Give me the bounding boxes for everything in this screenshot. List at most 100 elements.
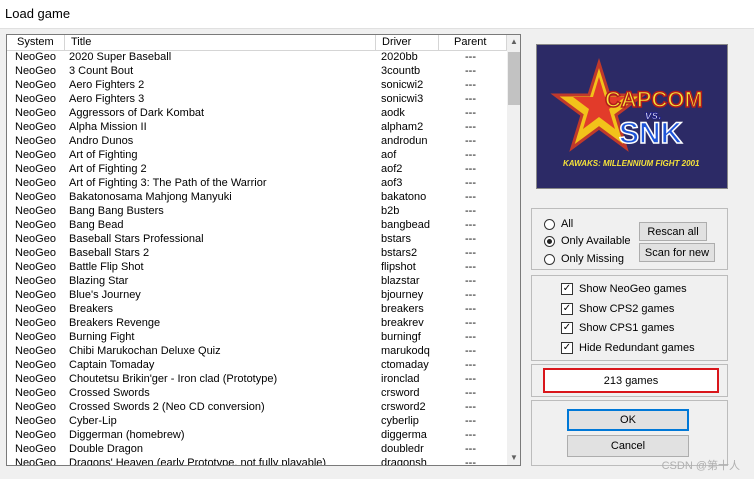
table-row[interactable]: NeoGeo Diggerman (homebrew) diggerma --- xyxy=(7,429,506,443)
table-row[interactable]: NeoGeo Aggressors of Dark Kombat aodk --- xyxy=(7,107,506,121)
games-list[interactable]: System Title Driver Parent NeoGeo 2020 Su… xyxy=(6,34,521,466)
system-cell: NeoGeo xyxy=(15,163,56,175)
scrollbar-thumb[interactable] xyxy=(508,52,520,105)
table-row[interactable]: NeoGeo Captain Tomaday ctomaday --- xyxy=(7,359,506,373)
table-row[interactable]: NeoGeo Burning Fight burningf --- xyxy=(7,331,506,345)
driver-cell: alpham2 xyxy=(381,121,424,133)
driver-cell: crsword2 xyxy=(381,401,426,413)
system-cell: NeoGeo xyxy=(15,275,56,287)
table-row[interactable]: NeoGeo Blazing Star blazstar --- xyxy=(7,275,506,289)
check-show-neogeo-label: Show NeoGeo games xyxy=(579,283,687,295)
table-row[interactable]: NeoGeo Alpha Mission II alpham2 --- xyxy=(7,121,506,135)
table-row[interactable]: NeoGeo Breakers breakers --- xyxy=(7,303,506,317)
driver-cell: aodk xyxy=(381,107,405,119)
title-cell: Andro Dunos xyxy=(69,135,134,147)
driver-cell: androdun xyxy=(381,135,428,147)
logo-snk-text: SNK xyxy=(619,117,683,150)
table-row[interactable]: NeoGeo Dragons' Heaven (early Prototype, … xyxy=(7,457,506,465)
scroll-up-icon[interactable]: ▲ xyxy=(507,35,520,49)
table-row[interactable]: NeoGeo Chibi Marukochan Deluxe Quiz maruko… xyxy=(7,345,506,359)
check-hide-redundant-label: Hide Redundant games xyxy=(579,342,695,354)
system-cell: NeoGeo xyxy=(15,261,56,273)
cancel-button[interactable]: Cancel xyxy=(567,435,689,457)
column-header-parent[interactable]: Parent xyxy=(454,36,486,48)
title-cell: Bang Bead xyxy=(69,219,124,231)
column-header-driver[interactable]: Driver xyxy=(382,36,411,48)
driver-cell: blazstar xyxy=(381,275,420,287)
driver-cell: aof xyxy=(381,149,397,161)
check-hide-redundant[interactable]: ✓ Hide Redundant games xyxy=(561,342,695,354)
check-show-cps2-box[interactable]: ✓ xyxy=(561,303,573,315)
table-row[interactable]: NeoGeo Double Dragon doubledr --- xyxy=(7,443,506,457)
title-cell: Aggressors of Dark Kombat xyxy=(69,107,205,119)
table-row[interactable]: NeoGeo Breakers Revenge breakrev --- xyxy=(7,317,506,331)
ok-button[interactable]: OK xyxy=(567,409,689,431)
title-cell: Battle Flip Shot xyxy=(69,261,144,273)
check-show-neogeo-box[interactable]: ✓ xyxy=(561,283,573,295)
radio-only-missing-indicator[interactable] xyxy=(544,253,555,265)
check-show-cps1-box[interactable]: ✓ xyxy=(561,322,573,334)
radio-all[interactable]: All xyxy=(544,218,573,230)
table-row[interactable]: NeoGeo Baseball Stars Professional bstars -… xyxy=(7,233,506,247)
table-row[interactable]: NeoGeo Art of Fighting 2 aof2 --- xyxy=(7,163,506,177)
system-cell: NeoGeo xyxy=(15,121,56,133)
radio-only-missing-label: Only Missing xyxy=(561,253,624,265)
table-row[interactable]: NeoGeo Crossed Swords crsword --- xyxy=(7,387,506,401)
table-row[interactable]: NeoGeo Bang Bang Busters b2b --- xyxy=(7,205,506,219)
vertical-scrollbar[interactable]: ▲ ▼ xyxy=(507,35,520,465)
radio-only-available-indicator[interactable] xyxy=(544,235,555,247)
driver-cell: bstars xyxy=(381,233,411,245)
check-show-cps2[interactable]: ✓ Show CPS2 games xyxy=(561,303,674,315)
title-cell: Alpha Mission II xyxy=(69,121,147,133)
parent-cell: --- xyxy=(465,149,476,161)
radio-only-missing[interactable]: Only Missing xyxy=(544,253,624,265)
title-cell: Bakatonosama Mahjong Manyuki xyxy=(69,191,232,203)
title-cell: 2020 Super Baseball xyxy=(69,51,172,63)
driver-cell: ironclad xyxy=(381,373,420,385)
system-cell: NeoGeo xyxy=(15,135,56,147)
parent-cell: --- xyxy=(465,51,476,63)
system-cell: NeoGeo xyxy=(15,247,56,259)
column-header-system[interactable]: System xyxy=(17,36,54,48)
driver-cell: bakatono xyxy=(381,191,427,203)
table-row[interactable]: NeoGeo Art of Fighting 3: The Path of the… xyxy=(7,177,506,191)
driver-cell: doubledr xyxy=(381,443,424,455)
parent-cell: --- xyxy=(465,289,476,301)
radio-all-indicator[interactable] xyxy=(544,218,555,230)
table-row[interactable]: NeoGeo Battle Flip Shot flipshot --- xyxy=(7,261,506,275)
parent-cell: --- xyxy=(465,373,476,385)
table-row[interactable]: NeoGeo 3 Count Bout 3countb --- xyxy=(7,65,506,79)
parent-cell: --- xyxy=(465,387,476,399)
table-row[interactable]: NeoGeo Crossed Swords 2 (Neo CD conversio… xyxy=(7,401,506,415)
check-show-cps1[interactable]: ✓ Show CPS1 games xyxy=(561,322,674,334)
check-show-neogeo[interactable]: ✓ Show NeoGeo games xyxy=(561,283,687,295)
table-row[interactable]: NeoGeo Art of Fighting aof --- xyxy=(7,149,506,163)
title-cell: Crossed Swords 2 (Neo CD conversion) xyxy=(69,401,265,413)
table-row[interactable]: NeoGeo Aero Fighters 2 sonicwi2 --- xyxy=(7,79,506,93)
scan-for-new-button[interactable]: Scan for new xyxy=(639,243,715,262)
title-cell: Art of Fighting 3: The Path of the Warri… xyxy=(69,177,267,189)
table-row[interactable]: NeoGeo Choutetsu Brikin'ger - Iron clad (… xyxy=(7,373,506,387)
rescan-all-button[interactable]: Rescan all xyxy=(639,222,707,241)
parent-cell: --- xyxy=(465,359,476,371)
table-row[interactable]: NeoGeo 2020 Super Baseball 2020bb --- xyxy=(7,51,506,65)
system-cell: NeoGeo xyxy=(15,177,56,189)
table-row[interactable]: NeoGeo Bang Bead bangbead --- xyxy=(7,219,506,233)
title-cell: Choutetsu Brikin'ger - Iron clad (Protot… xyxy=(69,373,278,385)
radio-only-available[interactable]: Only Available xyxy=(544,235,631,247)
table-row[interactable]: NeoGeo Cyber-Lip cyberlip --- xyxy=(7,415,506,429)
check-hide-redundant-box[interactable]: ✓ xyxy=(561,342,573,354)
system-cell: NeoGeo xyxy=(15,51,56,63)
table-row[interactable]: NeoGeo Baseball Stars 2 bstars2 --- xyxy=(7,247,506,261)
title-cell: Cyber-Lip xyxy=(69,415,117,427)
table-row[interactable]: NeoGeo Bakatonosama Mahjong Manyuki bakato… xyxy=(7,191,506,205)
driver-cell: ctomaday xyxy=(381,359,429,371)
parent-cell: --- xyxy=(465,429,476,441)
title-cell: Baseball Stars Professional xyxy=(69,233,204,245)
table-row[interactable]: NeoGeo Blue's Journey bjourney --- xyxy=(7,289,506,303)
parent-cell: --- xyxy=(465,275,476,287)
scroll-down-icon[interactable]: ▼ xyxy=(507,451,520,465)
column-header-title[interactable]: Title xyxy=(71,36,91,48)
table-row[interactable]: NeoGeo Aero Fighters 3 sonicwi3 --- xyxy=(7,93,506,107)
table-row[interactable]: NeoGeo Andro Dunos androdun --- xyxy=(7,135,506,149)
